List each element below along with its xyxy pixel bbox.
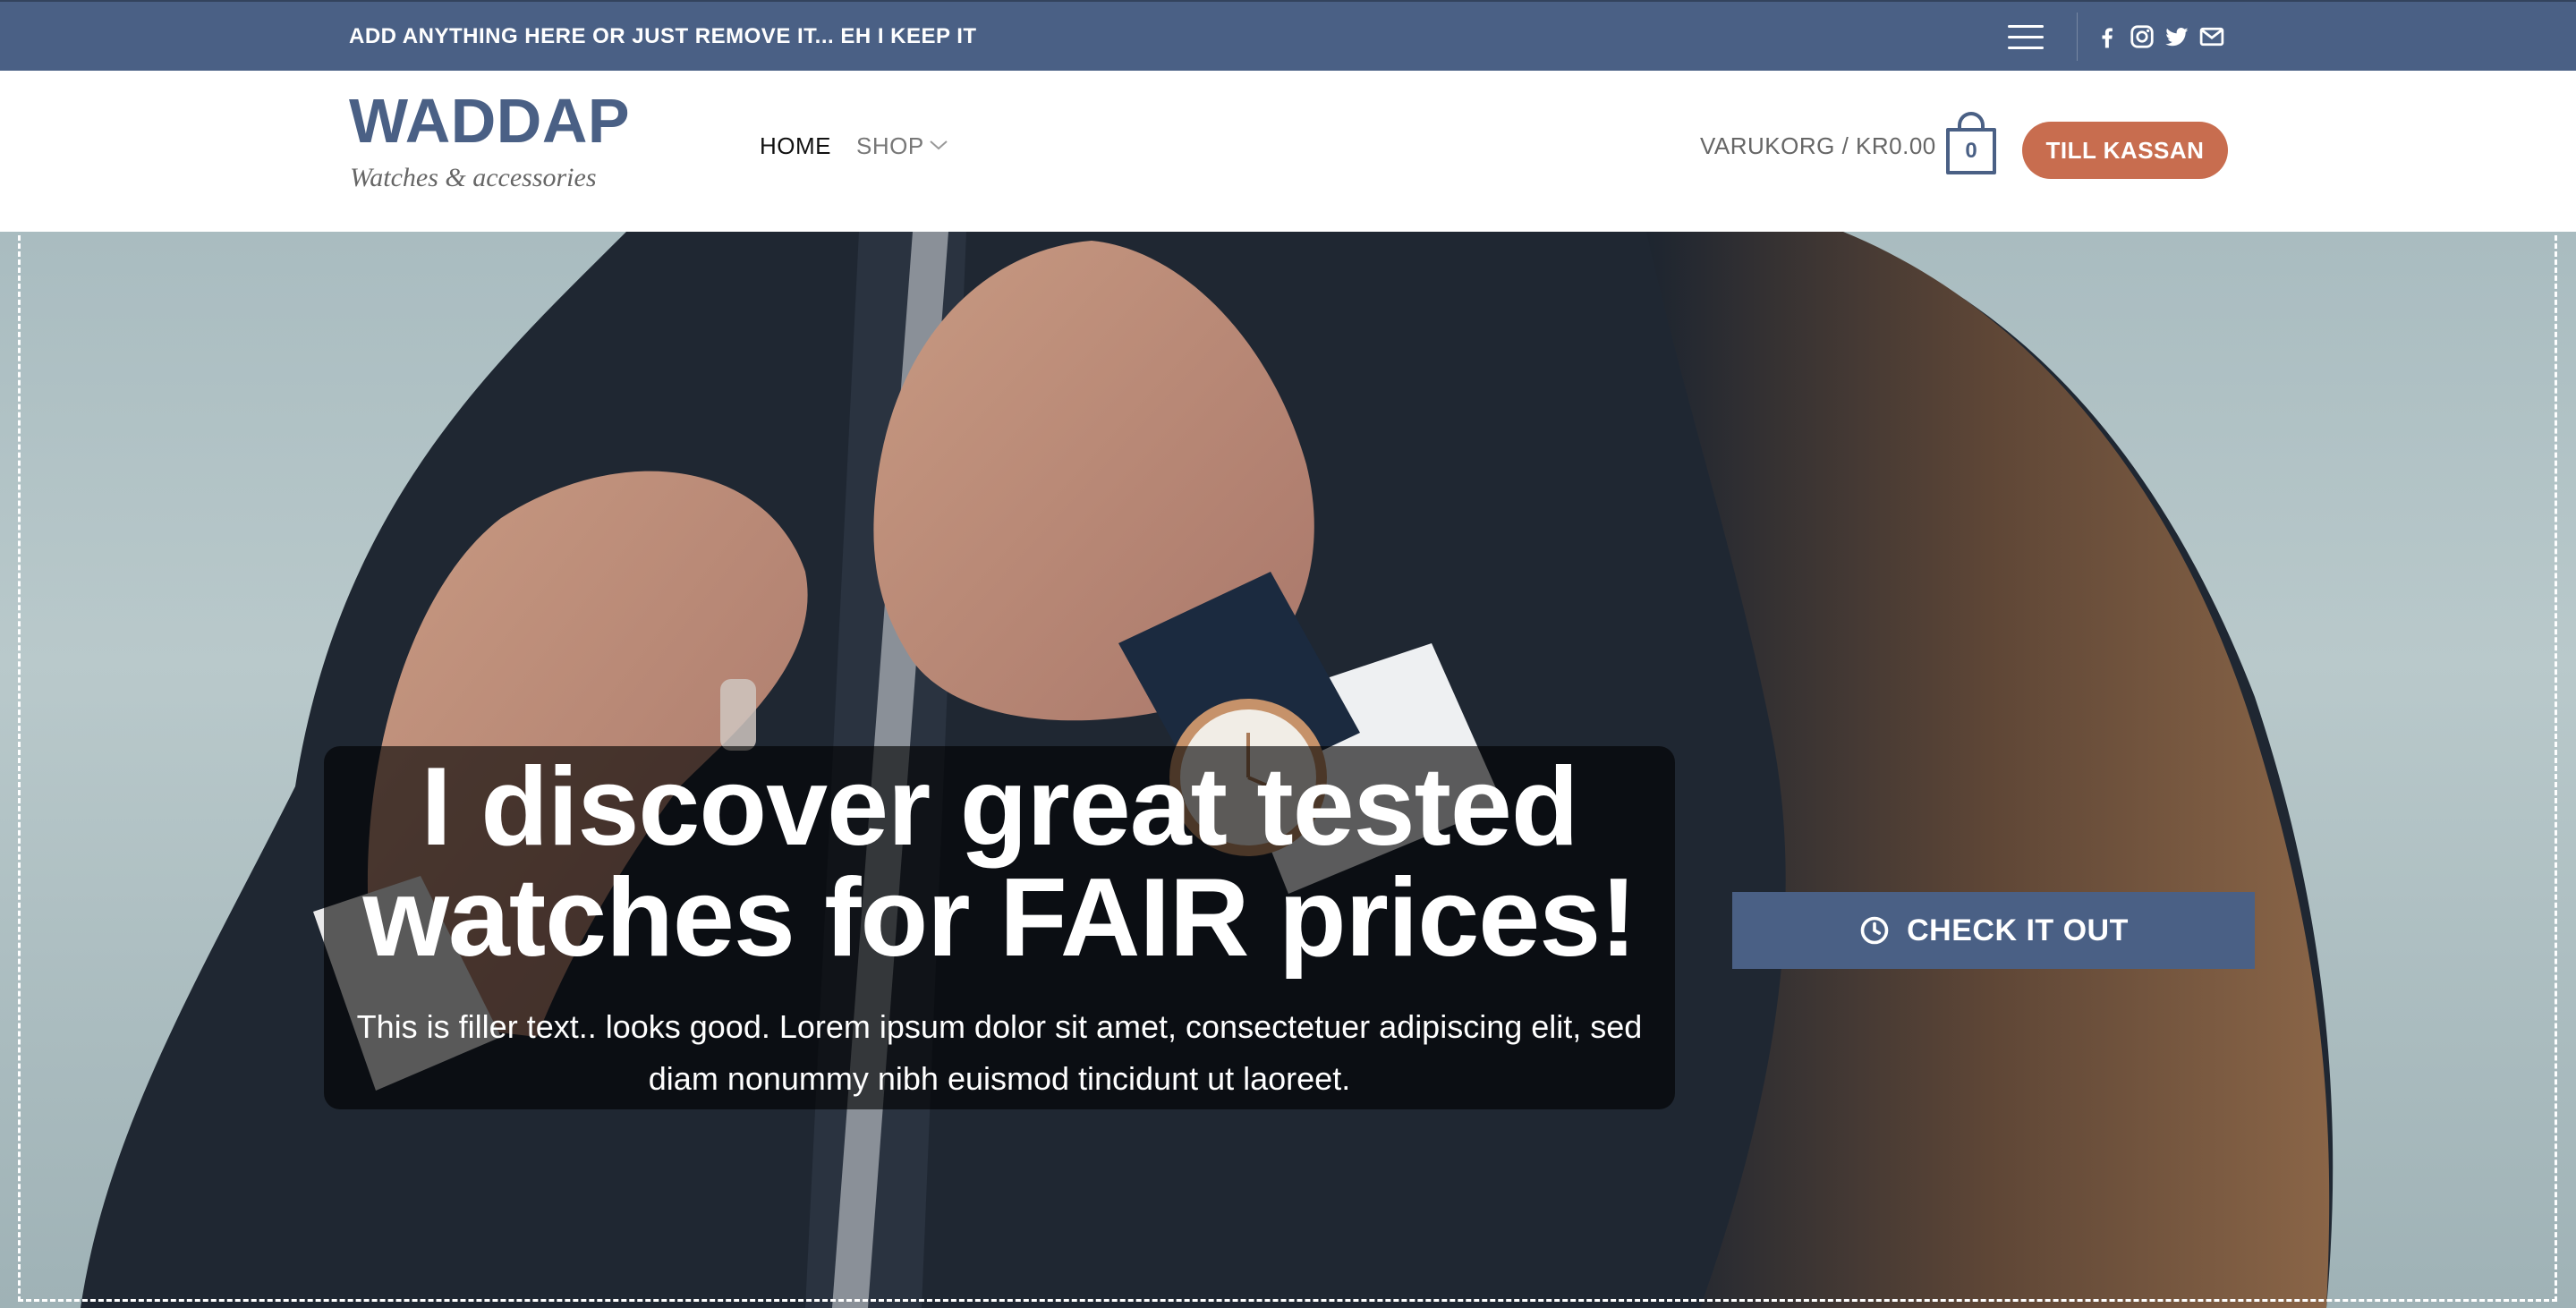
top-bar-divider [2077, 13, 2078, 61]
hero-subtitle: This is filler text.. looks good. Lorem … [356, 1008, 1643, 1097]
top-bar-message: ADD ANYTHING HERE OR JUST REMOVE IT... E… [349, 24, 977, 48]
facebook-icon[interactable] [2094, 23, 2121, 50]
check-it-out-button[interactable]: CHECK IT OUT [1732, 892, 2255, 969]
email-icon[interactable] [2198, 23, 2225, 50]
cart-bag-icon[interactable]: 0 [1946, 112, 1996, 174]
instagram-icon[interactable] [2129, 23, 2155, 50]
cart-link[interactable]: VARUKORG / KR0.00 [1700, 134, 1936, 157]
checkout-button[interactable]: TILL KASSAN [2022, 122, 2228, 179]
twitter-icon[interactable] [2164, 23, 2190, 50]
site-logo[interactable]: WADDAP [349, 87, 630, 156]
hero-title-line-2: watches for FAIR prices! [362, 856, 1637, 980]
nav-item-home[interactable]: HOME [760, 134, 831, 157]
site-tagline: Watches & accessories [350, 163, 597, 192]
site-header: WADDAP Watches & accessories HOME SHOP V… [0, 71, 2576, 232]
clock-icon [1860, 916, 1889, 945]
nav-item-shop[interactable]: SHOP [856, 134, 924, 157]
top-bar: ADD ANYTHING HERE OR JUST REMOVE IT... E… [0, 0, 2576, 71]
chevron-down-icon [930, 140, 948, 150]
hero-title-line-1: I discover great tested [421, 745, 1578, 869]
check-it-out-label: CHECK IT OUT [1907, 913, 2129, 947]
cart-count: 0 [1965, 139, 1977, 163]
hero-text-box: I discover great tested watches for FAIR… [324, 746, 1675, 1109]
menu-icon[interactable] [2008, 25, 2044, 50]
hero-title: I discover great tested watches for FAIR… [324, 752, 1675, 973]
hero-banner: I discover great tested watches for FAIR… [0, 232, 2576, 1308]
